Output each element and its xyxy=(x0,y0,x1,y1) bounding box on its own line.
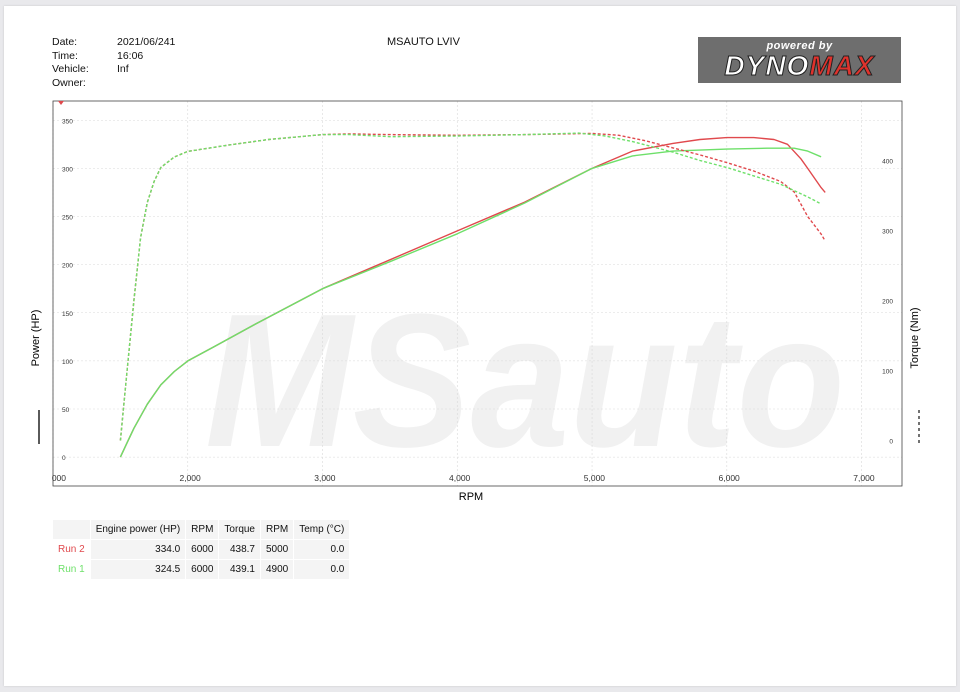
y-tick-label-right: 200 xyxy=(882,299,893,306)
run1-torque: 439.1 xyxy=(219,560,260,579)
run1-temp: 0.0 xyxy=(294,560,350,579)
x-tick-label: 000 xyxy=(52,473,66,483)
results-header-row: Engine power (HP) RPM Torque RPM Temp (°… xyxy=(53,520,350,539)
run1-torque-rpm: 4900 xyxy=(261,560,294,579)
x-tick-label: 5,000 xyxy=(584,473,606,483)
y-tick-label-left: 250 xyxy=(62,215,73,222)
x-axis-label: RPM xyxy=(459,491,483,503)
y-tick-label-left: 0 xyxy=(62,455,66,462)
y-tick-label-right: 100 xyxy=(882,369,893,376)
col-temp: Temp (°C) xyxy=(294,520,350,539)
col-torque: Torque xyxy=(219,520,260,539)
run2-power: 334.0 xyxy=(90,540,186,559)
run1-power: 324.5 xyxy=(90,560,186,579)
dyno-chart: MSauto 000 2,000 3,000 4,000 5,000 6,000 7,000… xyxy=(30,100,921,503)
y-axis-label-right: Torque (Nm) xyxy=(909,307,921,368)
x-tick-label: 2,000 xyxy=(179,473,201,483)
y-tick-label-left: 300 xyxy=(62,166,73,173)
x-tick-label: 3,000 xyxy=(314,473,336,483)
y-tick-label-right: 0 xyxy=(889,439,893,446)
x-tick-label: 4,000 xyxy=(449,473,471,483)
col-torque-rpm: RPM xyxy=(261,520,294,539)
y-tick-label-left: 150 xyxy=(62,311,73,318)
run1-name: Run 1 xyxy=(53,560,90,579)
y-tick-label-right: 300 xyxy=(882,229,893,236)
table-row-run1: Run 1 324.5 6000 439.1 4900 0.0 xyxy=(53,560,350,579)
run2-torque-rpm: 5000 xyxy=(261,540,294,559)
x-tick-label: 6,000 xyxy=(719,473,741,483)
col-power-rpm: RPM xyxy=(186,520,219,539)
table-row-run2: Run 2 334.0 6000 438.7 5000 0.0 xyxy=(53,540,350,559)
run2-power-rpm: 6000 xyxy=(186,540,219,559)
x-tick-label: 7,000 xyxy=(853,473,875,483)
y-tick-label-left: 200 xyxy=(62,263,73,270)
y-tick-label-left: 350 xyxy=(62,118,73,125)
origin-marker xyxy=(58,101,64,105)
y-axis-label-left: Power (HP) xyxy=(30,310,42,367)
run2-torque: 438.7 xyxy=(219,540,260,559)
results-table: Engine power (HP) RPM Torque RPM Temp (°… xyxy=(52,519,350,580)
y-tick-label-left: 50 xyxy=(62,407,70,414)
run2-name: Run 2 xyxy=(53,540,90,559)
watermark-text: MSauto xyxy=(205,275,845,487)
y-tick-label-right: 400 xyxy=(882,159,893,166)
col-engine-power: Engine power (HP) xyxy=(90,520,186,539)
run2-temp: 0.0 xyxy=(294,540,350,559)
y-tick-label-left: 100 xyxy=(62,359,73,366)
run1-power-rpm: 6000 xyxy=(186,560,219,579)
